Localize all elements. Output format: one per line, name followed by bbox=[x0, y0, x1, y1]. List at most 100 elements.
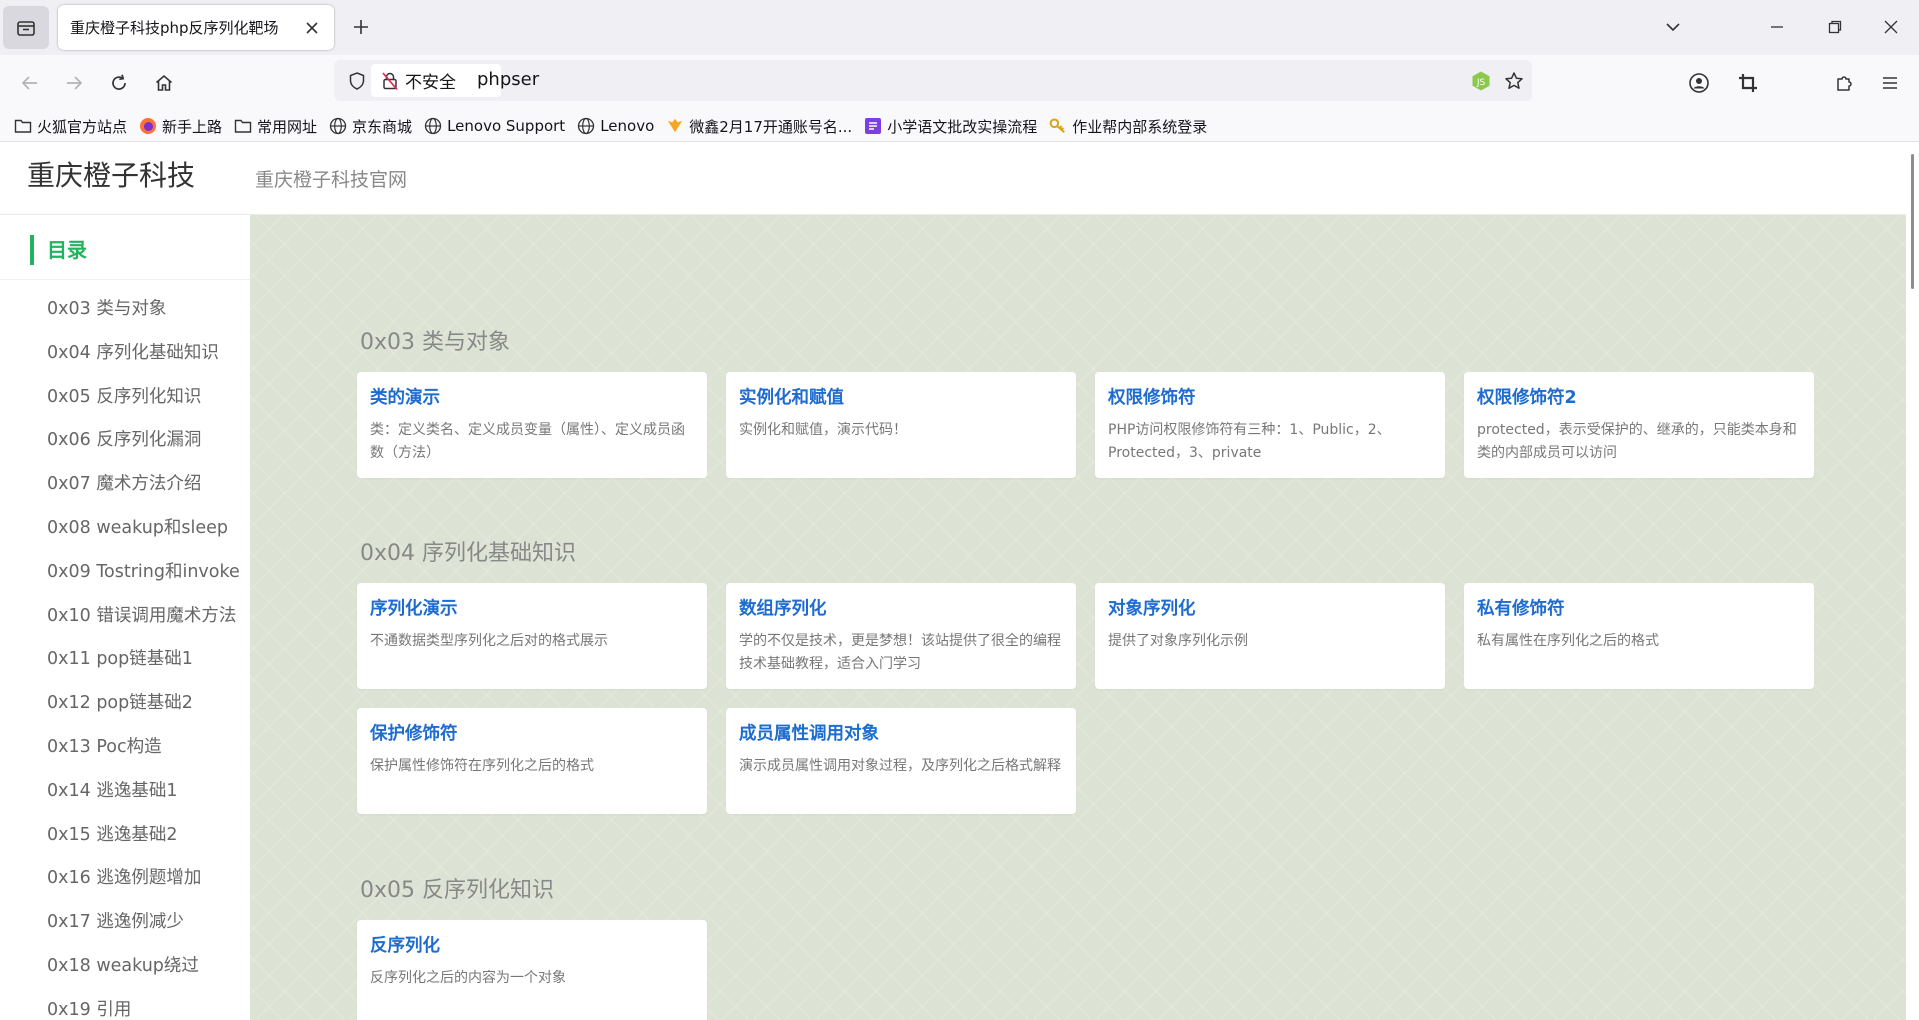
globe-icon bbox=[577, 117, 595, 135]
card-title[interactable]: 反序列化 bbox=[370, 932, 695, 957]
toc-item[interactable]: 0x11 pop链基础1 bbox=[47, 644, 240, 688]
toc-item[interactable]: 0x03 类与对象 bbox=[47, 294, 240, 338]
toc-item[interactable]: 0x14 逃逸基础1 bbox=[47, 776, 240, 820]
lesson-card[interactable]: 对象序列化 提供了对象序列化示例 bbox=[1095, 583, 1445, 689]
card-title[interactable]: 成员属性调用对象 bbox=[739, 720, 1064, 745]
card-grid: 序列化演示 不通数据类型序列化之后对的格式展示 数组序列化 学的不仅是技术，更是… bbox=[357, 583, 1817, 814]
url-bar[interactable]: 不安全 phpser JS bbox=[334, 60, 1532, 101]
toc-sidebar: 目录 0x03 类与对象 0x04 序列化基础知识 0x05 反序列化知识 0x… bbox=[0, 215, 250, 1020]
lesson-card[interactable]: 反序列化 反序列化之后的内容为一个对象 bbox=[357, 920, 707, 1020]
home-button[interactable] bbox=[146, 65, 182, 101]
site-title[interactable]: 重庆橙子科技 bbox=[27, 154, 195, 194]
toc-item[interactable]: 0x17 逃逸例减少 bbox=[47, 907, 240, 951]
card-title[interactable]: 类的演示 bbox=[370, 384, 695, 409]
close-icon bbox=[306, 21, 318, 34]
card-description: 保护属性修饰符在序列化之后的格式 bbox=[370, 758, 594, 774]
bookmark-item[interactable]: 小学语文批改实操流程 bbox=[864, 116, 1037, 137]
tracking-protection-button[interactable] bbox=[342, 66, 372, 96]
plus-icon bbox=[354, 20, 368, 34]
new-tab-button[interactable] bbox=[346, 12, 376, 42]
tab-overflow-button[interactable] bbox=[1656, 10, 1690, 44]
window-close-button[interactable] bbox=[1874, 10, 1908, 44]
card-title[interactable]: 序列化演示 bbox=[370, 595, 695, 620]
key-icon bbox=[1049, 117, 1067, 135]
menu-button[interactable] bbox=[1872, 65, 1908, 101]
card-description: 演示成员属性调用对象过程，及序列化之后格式解释 bbox=[739, 758, 1061, 774]
toc-item[interactable]: 0x19 引用 bbox=[47, 995, 240, 1020]
card-title[interactable]: 实例化和赋值 bbox=[739, 384, 1064, 409]
card-title[interactable]: 权限修饰符 bbox=[1108, 384, 1433, 409]
bookmark-item[interactable]: 微鑫2月17开通账号名... bbox=[666, 116, 852, 137]
lesson-card[interactable]: 类的演示 类：定义类名、定义成员变量（属性）、定义成员函数（方法） bbox=[357, 372, 707, 478]
toc-item[interactable]: 0x07 魔术方法介绍 bbox=[47, 469, 240, 513]
screenshot-button[interactable] bbox=[1730, 65, 1766, 101]
active-tab[interactable]: 重庆橙子科技php反序列化靶场 bbox=[58, 5, 334, 50]
lesson-card[interactable]: 私有修饰符 私有属性在序列化之后的格式 bbox=[1464, 583, 1814, 689]
lesson-card[interactable]: 序列化演示 不通数据类型序列化之后对的格式展示 bbox=[357, 583, 707, 689]
toc-item[interactable]: 0x10 错误调用魔术方法 bbox=[47, 601, 240, 645]
lesson-card[interactable]: 实例化和赋值 实例化和赋值，演示代码！ bbox=[726, 372, 1076, 478]
divider bbox=[0, 279, 250, 280]
card-description: 反序列化之后的内容为一个对象 bbox=[370, 970, 566, 986]
lesson-card[interactable]: 成员属性调用对象 演示成员属性调用对象过程，及序列化之后格式解释 bbox=[726, 708, 1076, 814]
crop-icon bbox=[1739, 74, 1757, 92]
lesson-card[interactable]: 权限修饰符 PHP访问权限修饰符有三种：1、Public，2、Protected… bbox=[1095, 372, 1445, 478]
firefox-icon bbox=[139, 117, 157, 135]
card-description: protected，表示受保护的、继承的，只能类本身和类的内部成员可以访问 bbox=[1477, 422, 1797, 461]
extensions-button[interactable] bbox=[1827, 65, 1863, 101]
toc-item[interactable]: 0x09 Tostring和invoke bbox=[47, 557, 240, 601]
tab-close-button[interactable] bbox=[302, 18, 322, 38]
tab-title: 重庆橙子科技php反序列化靶场 bbox=[70, 19, 279, 37]
lesson-card[interactable]: 保护修饰符 保护属性修饰符在序列化之后的格式 bbox=[357, 708, 707, 814]
bookmark-star-button[interactable] bbox=[1500, 67, 1528, 95]
bookmark-item[interactable]: Lenovo bbox=[577, 117, 654, 135]
web-page: 重庆橙子科技 重庆橙子科技官网 目录 0x03 类与对象 0x04 序列化基础知… bbox=[0, 142, 1919, 1020]
bookmark-item[interactable]: 新手上路 bbox=[139, 116, 222, 137]
page-scrollbar[interactable] bbox=[1911, 154, 1914, 289]
section-0x03: 0x03 类与对象 类的演示 类：定义类名、定义成员变量（属性）、定义成员函数（… bbox=[357, 328, 1817, 478]
forward-button[interactable] bbox=[56, 65, 92, 101]
card-title[interactable]: 私有修饰符 bbox=[1477, 595, 1802, 620]
minimize-button[interactable] bbox=[1760, 10, 1794, 44]
bookmark-item[interactable]: Lenovo Support bbox=[424, 117, 565, 135]
bookmark-item[interactable]: 火狐官方站点 bbox=[14, 116, 127, 137]
card-description: 私有属性在序列化之后的格式 bbox=[1477, 633, 1659, 649]
restore-button[interactable] bbox=[1818, 10, 1852, 44]
bookmark-item[interactable]: 京东商城 bbox=[329, 116, 412, 137]
star-icon bbox=[1505, 72, 1523, 89]
toc-item[interactable]: 0x18 weakup绕过 bbox=[47, 951, 240, 995]
toc-item[interactable]: 0x15 逃逸基础2 bbox=[47, 820, 240, 864]
account-button[interactable] bbox=[1681, 65, 1717, 101]
lesson-card[interactable]: 权限修饰符2 protected，表示受保护的、继承的，只能类本身和类的内部成员… bbox=[1464, 372, 1814, 478]
puzzle-icon bbox=[1837, 76, 1852, 91]
home-icon bbox=[155, 74, 173, 91]
toc-item[interactable]: 0x12 pop链基础2 bbox=[47, 688, 240, 732]
toc-item[interactable]: 0x13 Poc构造 bbox=[47, 732, 240, 776]
site-subtitle[interactable]: 重庆橙子科技官网 bbox=[255, 165, 407, 192]
card-title[interactable]: 权限修饰符2 bbox=[1477, 384, 1802, 409]
card-title[interactable]: 数组序列化 bbox=[739, 595, 1064, 620]
bookmark-label: 火狐官方站点 bbox=[37, 117, 128, 136]
back-button[interactable] bbox=[12, 65, 48, 101]
toc-item[interactable]: 0x04 序列化基础知识 bbox=[47, 338, 240, 382]
toc-item[interactable]: 0x06 反序列化漏洞 bbox=[47, 425, 240, 469]
reload-button[interactable] bbox=[101, 65, 137, 101]
card-title[interactable]: 对象序列化 bbox=[1108, 595, 1433, 620]
toc-item[interactable]: 0x16 逃逸例题增加 bbox=[47, 863, 240, 907]
globe-icon bbox=[424, 117, 442, 135]
section-title: 0x05 反序列化知识 bbox=[360, 878, 555, 903]
restore-icon bbox=[1828, 20, 1842, 34]
folder-icon bbox=[234, 117, 252, 135]
url-text[interactable]: phpser bbox=[477, 69, 539, 90]
card-description: 实例化和赋值，演示代码！ bbox=[739, 422, 907, 438]
card-grid: 类的演示 类：定义类名、定义成员变量（属性）、定义成员函数（方法） 实例化和赋值… bbox=[357, 372, 1817, 478]
extension-button[interactable]: JS bbox=[1468, 68, 1494, 94]
site-header: 重庆橙子科技 重庆橙子科技官网 bbox=[0, 142, 1906, 215]
toc-item[interactable]: 0x08 weakup和sleep bbox=[47, 513, 240, 557]
card-title[interactable]: 保护修饰符 bbox=[370, 720, 695, 745]
toc-item[interactable]: 0x05 反序列化知识 bbox=[47, 382, 240, 426]
bookmark-item[interactable]: 作业帮内部系统登录 bbox=[1049, 116, 1207, 137]
tab-list-button[interactable] bbox=[3, 6, 49, 49]
bookmark-item[interactable]: 常用网址 bbox=[234, 116, 317, 137]
lesson-card[interactable]: 数组序列化 学的不仅是技术，更是梦想！该站提供了很全的编程技术基础教程，适合入门… bbox=[726, 583, 1076, 689]
